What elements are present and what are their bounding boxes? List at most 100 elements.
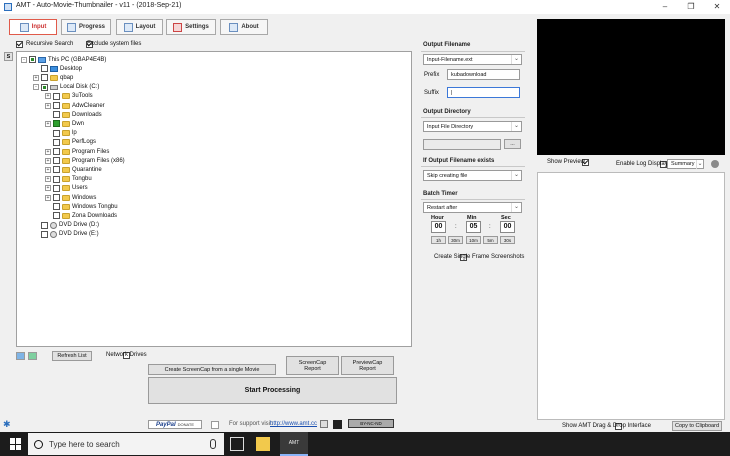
task-view-icon[interactable] [230, 437, 244, 451]
tree-item[interactable]: + Program Files (x86) [45, 156, 125, 165]
tree-item-checkbox[interactable] [53, 111, 60, 119]
tree-item-checkbox[interactable] [41, 221, 48, 229]
tree-item-checkbox[interactable] [41, 74, 48, 82]
suffix-input[interactable]: | [447, 87, 520, 98]
tab-progress[interactable]: Progress [61, 19, 111, 35]
support-link[interactable]: http://www.amt.cc [270, 421, 317, 427]
create-single-screencap-button[interactable]: Create ScreenCap from a single Movie [148, 364, 276, 375]
close-button[interactable]: ✕ [704, 0, 730, 14]
hour-input[interactable]: 00 [431, 221, 446, 233]
tree-item-checkbox[interactable] [41, 83, 48, 91]
tree-item[interactable]: - Local Disk (C:) [33, 83, 99, 92]
tree-item[interactable]: + Windows [45, 193, 96, 202]
expand-icon[interactable]: + [45, 176, 51, 183]
maximize-button[interactable]: ❐ [678, 0, 704, 14]
tree-item[interactable]: + qbap [33, 73, 73, 82]
tree-item-checkbox[interactable] [53, 166, 60, 174]
expand-icon[interactable]: + [45, 120, 51, 127]
tree-item[interactable]: + Quarantine [45, 165, 102, 174]
screencap-report-button[interactable]: ScreenCap Report [286, 356, 339, 375]
expand-icon[interactable]: + [33, 74, 39, 81]
tree-item-checkbox[interactable] [53, 129, 60, 137]
s-button[interactable]: S [4, 52, 13, 61]
windows-start-icon[interactable] [10, 438, 22, 450]
tree-item[interactable]: DVD Drive (E:) [33, 230, 99, 239]
tree-item-checkbox[interactable] [41, 230, 48, 238]
file-explorer-icon[interactable] [256, 437, 270, 451]
tree-item-checkbox[interactable] [53, 184, 60, 192]
output-directory-path[interactable] [423, 139, 501, 150]
tab-input[interactable]: Input [9, 19, 57, 35]
tree-item-label: This PC (GBAP4E4B) [48, 56, 107, 63]
output-filename-select[interactable]: Input-Filename.ext ⌄ [423, 54, 522, 65]
log-mode-select[interactable]: Summary ⌄ [667, 159, 704, 169]
enable-log-label: Enable Log Display [616, 161, 668, 167]
settings-icon[interactable]: ✱ [3, 419, 12, 429]
tree-item-checkbox[interactable] [53, 148, 60, 155]
tab-about[interactable]: About [220, 19, 268, 35]
tree-item[interactable]: PerfLogs [45, 138, 96, 147]
tree-item[interactable]: + Program Files [45, 147, 109, 156]
expand-icon[interactable]: + [45, 148, 51, 155]
tree-item[interactable]: Desktop [33, 64, 82, 73]
expand-all-icon[interactable] [16, 352, 25, 360]
collapse-icon[interactable]: - [33, 84, 39, 91]
tree-item-checkbox[interactable] [53, 194, 60, 201]
tree-item[interactable]: Zona Downloads [45, 211, 117, 220]
expand-icon[interactable]: + [45, 157, 51, 164]
preset-10m-button[interactable]: 10m [466, 236, 481, 244]
expand-icon[interactable]: + [45, 93, 51, 100]
start-processing-button[interactable]: Start Processing [148, 377, 397, 404]
tree-item[interactable]: Downloads [45, 110, 102, 119]
minimize-button[interactable]: – [652, 0, 678, 14]
log-display[interactable] [537, 172, 725, 420]
copy-clipboard-button[interactable]: Copy to Clipboard [672, 421, 722, 431]
expand-icon[interactable]: + [45, 185, 51, 192]
microphone-icon[interactable] [210, 439, 216, 449]
tree-item-checkbox[interactable] [53, 92, 60, 100]
preset-1h-button[interactable]: 1h [431, 236, 446, 244]
tree-item-checkbox[interactable] [53, 212, 60, 220]
tree-item[interactable]: + Users [45, 184, 88, 193]
tree-item[interactable]: +3uTools [45, 92, 93, 101]
tree-item[interactable]: + Dwn [45, 119, 84, 128]
collapse-all-icon[interactable] [28, 352, 37, 360]
output-directory-select[interactable]: Input File Directory ⌄ [423, 121, 522, 132]
expand-icon[interactable]: + [45, 194, 51, 201]
browse-button[interactable]: ... [504, 139, 521, 149]
tree-item-checkbox[interactable] [29, 56, 36, 63]
recursive-search-checkbox[interactable] [16, 41, 23, 48]
tree-item[interactable]: - This PC (GBAP4E4B) [21, 55, 106, 64]
preset-30s-button[interactable]: 30s [500, 236, 515, 244]
if-exists-select[interactable]: Skip creating file ⌄ [423, 170, 522, 181]
collapse-icon[interactable]: - [21, 56, 27, 63]
preset-30m-button[interactable]: 30m [448, 236, 463, 244]
tree-item-checkbox[interactable] [53, 138, 60, 146]
tree-item[interactable]: DVD Drive (D:) [33, 221, 99, 230]
refresh-list-button[interactable]: Refresh List [52, 351, 92, 361]
tab-layout[interactable]: Layout [116, 19, 163, 35]
tree-item[interactable]: Windows Tongbu [45, 202, 118, 211]
batch-timer-select[interactable]: Restart after ⌄ [423, 202, 522, 213]
sec-input[interactable]: 00 [500, 221, 515, 233]
taskbar-search[interactable]: Type here to search [28, 433, 224, 455]
tree-item-checkbox[interactable] [53, 120, 60, 128]
previewcap-report-button[interactable]: PreviewCap Report [341, 356, 394, 375]
tree-item[interactable]: lp [45, 129, 77, 138]
expand-icon[interactable]: + [45, 102, 51, 109]
min-input[interactable]: 05 [466, 221, 481, 233]
expand-icon[interactable]: + [45, 166, 51, 173]
paypal-donate-button[interactable]: PayPal DONATE [148, 420, 202, 429]
tree-item-checkbox[interactable] [53, 203, 60, 211]
tree-item-checkbox[interactable] [41, 65, 48, 73]
preset-5m-button[interactable]: 5m [483, 236, 498, 244]
tree-item-checkbox[interactable] [53, 175, 60, 183]
tree-item[interactable]: + AdwCleaner [45, 101, 105, 110]
folder-tree[interactable]: - This PC (GBAP4E4B) Desktop + qbap - Local Di… [16, 51, 412, 347]
tree-item[interactable]: + Tongbu [45, 175, 92, 184]
tree-item-checkbox[interactable] [53, 157, 60, 165]
tree-item-checkbox[interactable] [53, 102, 60, 109]
tab-settings[interactable]: Settings [166, 19, 216, 35]
taskbar-app-amt[interactable]: AMT [280, 432, 308, 456]
prefix-input[interactable]: kubadownload [447, 69, 520, 80]
